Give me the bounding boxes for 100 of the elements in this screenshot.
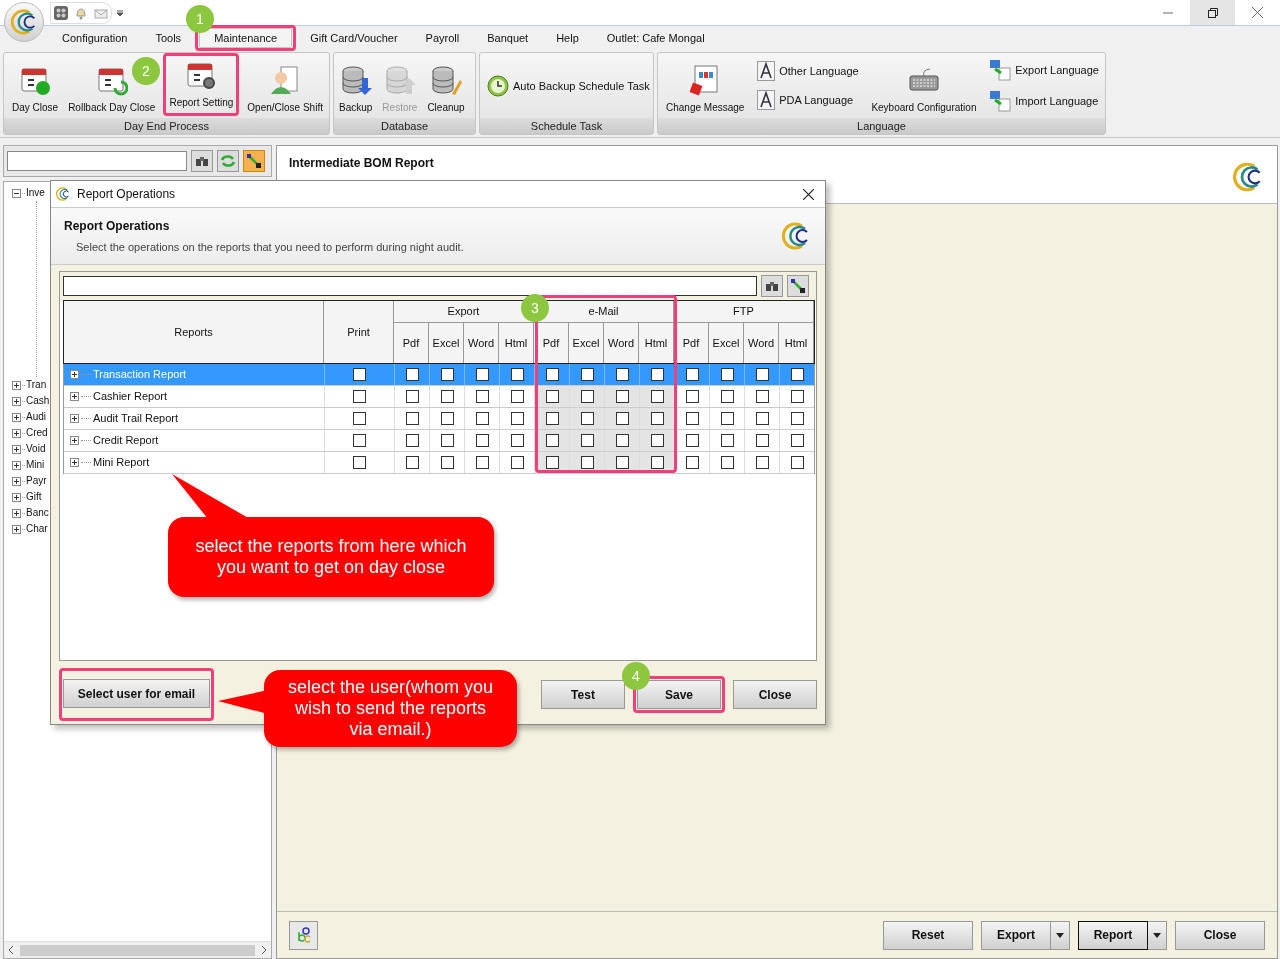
checkbox[interactable] [440,412,454,425]
ribbon-button[interactable]: Day Close [10,53,61,118]
checkbox[interactable] [353,390,366,403]
checkbox[interactable] [580,434,594,447]
checkbox[interactable] [545,456,559,469]
checkbox[interactable] [440,434,454,447]
checkbox[interactable] [405,390,419,403]
checkbox[interactable] [440,368,454,381]
expand-icon[interactable] [12,460,21,470]
expand-icon[interactable] [12,508,21,518]
checkbox[interactable] [720,456,734,469]
panel-button[interactable]: Close [1175,920,1265,950]
expand-icon[interactable] [12,428,21,438]
checkbox[interactable] [615,390,629,403]
ribbon-button[interactable]: PDA Language [757,90,859,110]
spelling-button[interactable] [289,920,318,950]
menu-tab[interactable]: Gift Card/Voucher [296,28,412,48]
checkbox[interactable] [580,456,594,469]
panel-button[interactable]: Export [981,920,1051,950]
checkbox[interactable] [615,456,629,469]
menu-tab[interactable]: Payroll [411,28,474,48]
tree-item[interactable]: Cred [26,425,48,441]
expand-icon[interactable] [70,370,79,379]
checkbox[interactable] [790,368,804,381]
dropdown-button[interactable] [1148,920,1167,950]
tree-item[interactable]: Cash [26,393,50,409]
tree-item[interactable]: Banc [26,505,49,521]
expand-icon[interactable] [70,414,79,423]
dialog-button[interactable]: Select user for email [63,679,210,708]
checkbox[interactable] [510,390,524,403]
expand-icon[interactable] [12,412,21,422]
ribbon-button[interactable]: Other Language [757,61,859,81]
checkbox[interactable] [353,434,366,447]
checkbox[interactable] [790,456,804,469]
ribbon-button[interactable]: Cleanup [425,53,467,118]
checkbox[interactable] [580,368,594,381]
checkbox[interactable] [790,390,804,403]
checkbox[interactable] [650,434,664,447]
expand-icon[interactable] [12,396,21,406]
checkbox[interactable] [353,456,366,469]
checkbox[interactable] [790,412,804,425]
checkbox[interactable] [475,434,489,447]
checkbox[interactable] [685,390,699,403]
expand-icon[interactable] [12,444,21,454]
sort-button[interactable] [787,275,809,297]
tree-item[interactable]: Tran [26,377,47,393]
tree-item[interactable]: Gift [26,489,42,505]
menu-tab[interactable]: Banquet [473,28,543,48]
checkbox[interactable] [440,390,454,403]
table-row[interactable]: Credit Report [64,430,814,452]
checkbox[interactable] [755,368,769,381]
checkbox[interactable] [353,368,366,381]
checkbox[interactable] [755,390,769,403]
menu-tab[interactable]: Maintenance [199,28,293,48]
checkbox[interactable] [755,456,769,469]
expand-icon[interactable] [70,458,79,467]
dialog-button[interactable]: Close [733,680,817,709]
checkbox[interactable] [580,390,594,403]
menu-tab[interactable]: Configuration [48,28,142,48]
checkbox[interactable] [685,456,699,469]
checkbox[interactable] [440,456,454,469]
checkbox[interactable] [650,390,664,403]
find-button[interactable] [761,275,783,297]
checkbox[interactable] [685,368,699,381]
tree-item[interactable]: Payr [26,473,47,489]
find-button[interactable] [191,150,213,172]
checkbox[interactable] [405,434,419,447]
dialog-button[interactable]: Save [637,680,721,709]
ribbon-button[interactable]: Import Language [989,90,1099,112]
panel-button[interactable]: Reset [883,920,973,950]
expand-icon[interactable] [70,436,79,445]
checkbox[interactable] [510,412,524,425]
ribbon-button[interactable]: Report Setting [167,56,236,113]
grid-icon[interactable] [54,5,68,20]
checkbox[interactable] [475,456,489,469]
table-row[interactable]: Audit Trail Report [64,408,814,430]
expand-icon[interactable] [12,476,21,486]
tree-item[interactable]: Void [26,441,46,457]
expand-icon[interactable] [12,380,21,390]
checkbox[interactable] [650,368,664,381]
checkbox[interactable] [650,412,664,425]
horizontal-scrollbar[interactable] [4,941,271,958]
ribbon-button[interactable]: Backup [337,53,375,118]
checkbox[interactable] [475,412,489,425]
restore-button[interactable] [1190,0,1235,25]
checkbox[interactable] [405,368,419,381]
checkbox[interactable] [720,390,734,403]
checkbox[interactable] [615,368,629,381]
tree-item[interactable]: Inve [26,185,45,201]
expand-icon[interactable] [70,392,79,401]
checkbox[interactable] [510,434,524,447]
ribbon-button[interactable]: Auto Backup Schedule Task [483,75,654,97]
table-row[interactable]: Cashier Report [64,386,814,408]
sort-button[interactable] [243,150,265,172]
panel-button[interactable]: Report [1078,920,1148,950]
checkbox[interactable] [545,390,559,403]
checkbox[interactable] [755,434,769,447]
checkbox[interactable] [510,368,524,381]
checkbox[interactable] [755,412,769,425]
dropdown-button[interactable] [1051,920,1070,950]
